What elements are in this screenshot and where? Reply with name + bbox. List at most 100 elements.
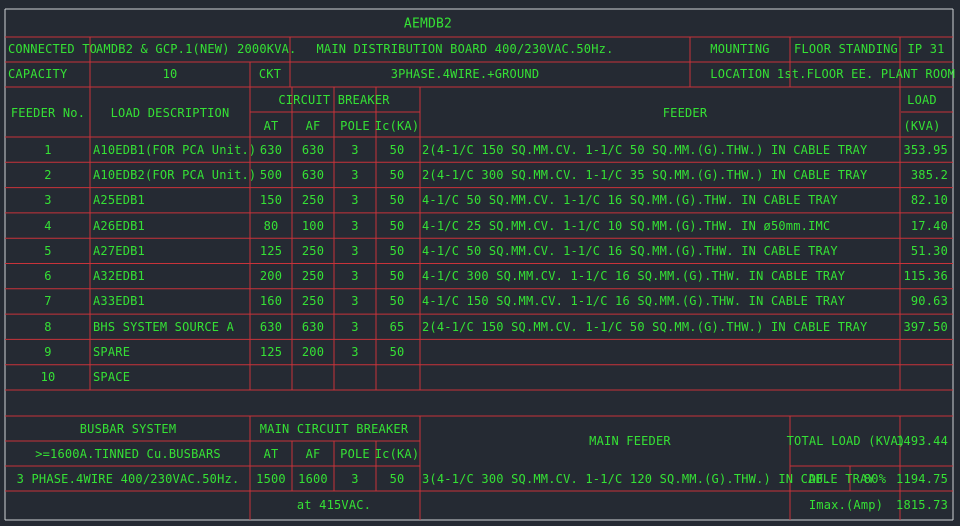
mcb-at-value: 1500 — [256, 472, 286, 486]
load-description: BHS SYSTEM SOURCE A — [93, 319, 235, 334]
load-description: SPACE — [93, 370, 131, 385]
connected-to-value: AMDB2 & GCP.1(NEW) 2000KVA. — [96, 42, 297, 56]
mounting-value: FLOOR STANDING — [794, 42, 898, 56]
breaker-af: 630 — [301, 319, 325, 334]
breaker-ic: 50 — [389, 193, 405, 208]
load-kva: 90.63 — [910, 294, 948, 309]
breaker-at: 500 — [259, 167, 283, 182]
mcb-pole-value: 3 — [351, 472, 359, 486]
imax-value: 1815.73 — [896, 498, 948, 512]
col-ic: Ic(KA) — [374, 119, 420, 133]
mcb-ic-label: Ic(KA) — [374, 447, 420, 461]
df-load-value: 1194.75 — [896, 472, 948, 486]
ckt-label: CKT — [258, 67, 282, 81]
load-description: A10EDB2(FOR PCA Unit.) — [93, 167, 257, 182]
breaker-af: 250 — [301, 269, 325, 284]
breaker-ic: 65 — [389, 319, 405, 334]
feeder-no: 8 — [44, 319, 52, 334]
location-label: LOCATION — [710, 67, 770, 81]
breaker-at: 125 — [259, 345, 283, 360]
breaker-ic: 50 — [389, 345, 405, 360]
col-feeder: FEEDER — [662, 106, 708, 120]
breaker-pole: 3 — [351, 294, 359, 309]
imax-label: Imax.(Amp) — [808, 498, 884, 512]
busbar-spec: >=1600A.TINNED Cu.BUSBARS — [35, 447, 221, 461]
df-value: 80% — [863, 472, 887, 486]
system-description: 3PHASE.4WIRE.+GROUND — [390, 67, 540, 81]
breaker-ic: 50 — [389, 218, 405, 233]
col-load-description: LOAD DESCRIPTION — [110, 106, 230, 120]
load-description: A26EDB1 — [93, 218, 145, 233]
col-load: LOAD — [907, 93, 937, 107]
feeder-cable: 4-1/C 300 SQ.MM.CV. 1-1/C 16 SQ.MM.(G).T… — [422, 269, 846, 284]
feeder-no: 4 — [44, 218, 52, 233]
load-description: A27EDB1 — [93, 243, 145, 258]
breaker-af: 630 — [301, 142, 325, 157]
busbar-system: 3 PHASE.4WIRE 400/230VAC.50Hz. — [16, 472, 240, 486]
load-description: A33EDB1 — [93, 294, 145, 309]
breaker-af: 630 — [301, 167, 325, 182]
feeder-cable: 4-1/C 25 SQ.MM.CV. 1-1/C 10 SQ.MM.(G).TH… — [422, 218, 831, 233]
col-load-unit: (KVA) — [903, 119, 941, 133]
location-value: 1st.FLOOR EE. PLANT ROOM — [776, 67, 956, 81]
col-at: AT — [263, 119, 279, 133]
breaker-af: 100 — [301, 218, 325, 233]
mcb-af-value: 1600 — [298, 472, 328, 486]
feeder-cable: 4-1/C 50 SQ.MM.CV. 1-1/C 16 SQ.MM.(G).TH… — [422, 243, 838, 258]
breaker-at: 80 — [263, 218, 279, 233]
breaker-ic: 50 — [389, 167, 405, 182]
breaker-ic: 50 — [389, 243, 405, 258]
distribution-board-schedule: AEMDB2 CONNECTED TO AMDB2 & GCP.1(NEW) 2… — [0, 0, 960, 526]
total-load-label: TOTAL LOAD (KVA) — [786, 434, 906, 448]
load-kva: 82.10 — [910, 193, 948, 208]
feeder-no: 3 — [44, 193, 52, 208]
capacity-label: CAPACITY — [8, 67, 68, 81]
board-description: MAIN DISTRIBUTION BOARD 400/230VAC.50Hz. — [316, 42, 614, 56]
breaker-ic: 50 — [389, 142, 405, 157]
mcb-at-label: AT — [263, 447, 279, 461]
load-kva: 51.30 — [910, 243, 948, 258]
breaker-af: 250 — [301, 294, 325, 309]
feeder-no: 7 — [44, 294, 52, 309]
feeder-no: 5 — [44, 243, 52, 258]
load-kva: 385.2 — [910, 167, 948, 182]
breaker-pole: 3 — [351, 319, 359, 334]
total-load-value: 1493.44 — [896, 434, 948, 448]
breaker-at: 125 — [259, 243, 283, 258]
breaker-at: 630 — [259, 319, 283, 334]
breaker-pole: 3 — [351, 167, 359, 182]
load-kva: 17.40 — [910, 218, 948, 233]
mcb-note: at 415VAC. — [296, 498, 372, 512]
mcb-af-label: AF — [305, 447, 321, 461]
feeder-no: 1 — [44, 142, 52, 157]
mounting-label: MOUNTING — [710, 42, 770, 56]
breaker-pole: 3 — [351, 193, 359, 208]
main-feeder-title: MAIN FEEDER — [589, 434, 671, 448]
board-title: AEMDB2 — [403, 16, 453, 32]
feeder-cable: 4-1/C 50 SQ.MM.CV. 1-1/C 16 SQ.MM.(G).TH… — [422, 193, 838, 208]
load-kva: 397.50 — [903, 319, 948, 334]
breaker-pole: 3 — [351, 142, 359, 157]
ip-rating: IP 31 — [907, 42, 945, 56]
load-kva: 115.36 — [903, 269, 948, 284]
breaker-at: 200 — [259, 269, 283, 284]
breaker-at: 160 — [259, 294, 283, 309]
col-circuit-breaker: CIRCUIT BREAKER — [278, 93, 390, 107]
load-description: SPARE — [93, 345, 131, 360]
feeder-no: 6 — [44, 269, 52, 284]
col-af: AF — [305, 119, 321, 133]
load-description: A32EDB1 — [93, 269, 145, 284]
breaker-af: 250 — [301, 193, 325, 208]
breaker-pole: 3 — [351, 218, 359, 233]
load-description: A25EDB1 — [93, 193, 145, 208]
load-kva: 353.95 — [903, 142, 948, 157]
mcb-ic-value: 50 — [389, 472, 405, 486]
breaker-at: 150 — [259, 193, 283, 208]
busbar-title: BUSBAR SYSTEM — [79, 422, 177, 436]
breaker-ic: 50 — [389, 294, 405, 309]
connected-to-label: CONNECTED TO — [8, 42, 98, 56]
feeder-no: 9 — [44, 345, 52, 360]
mcb-pole-label: POLE — [340, 447, 370, 461]
df-label: DF. — [808, 472, 832, 486]
breaker-pole: 3 — [351, 243, 359, 258]
